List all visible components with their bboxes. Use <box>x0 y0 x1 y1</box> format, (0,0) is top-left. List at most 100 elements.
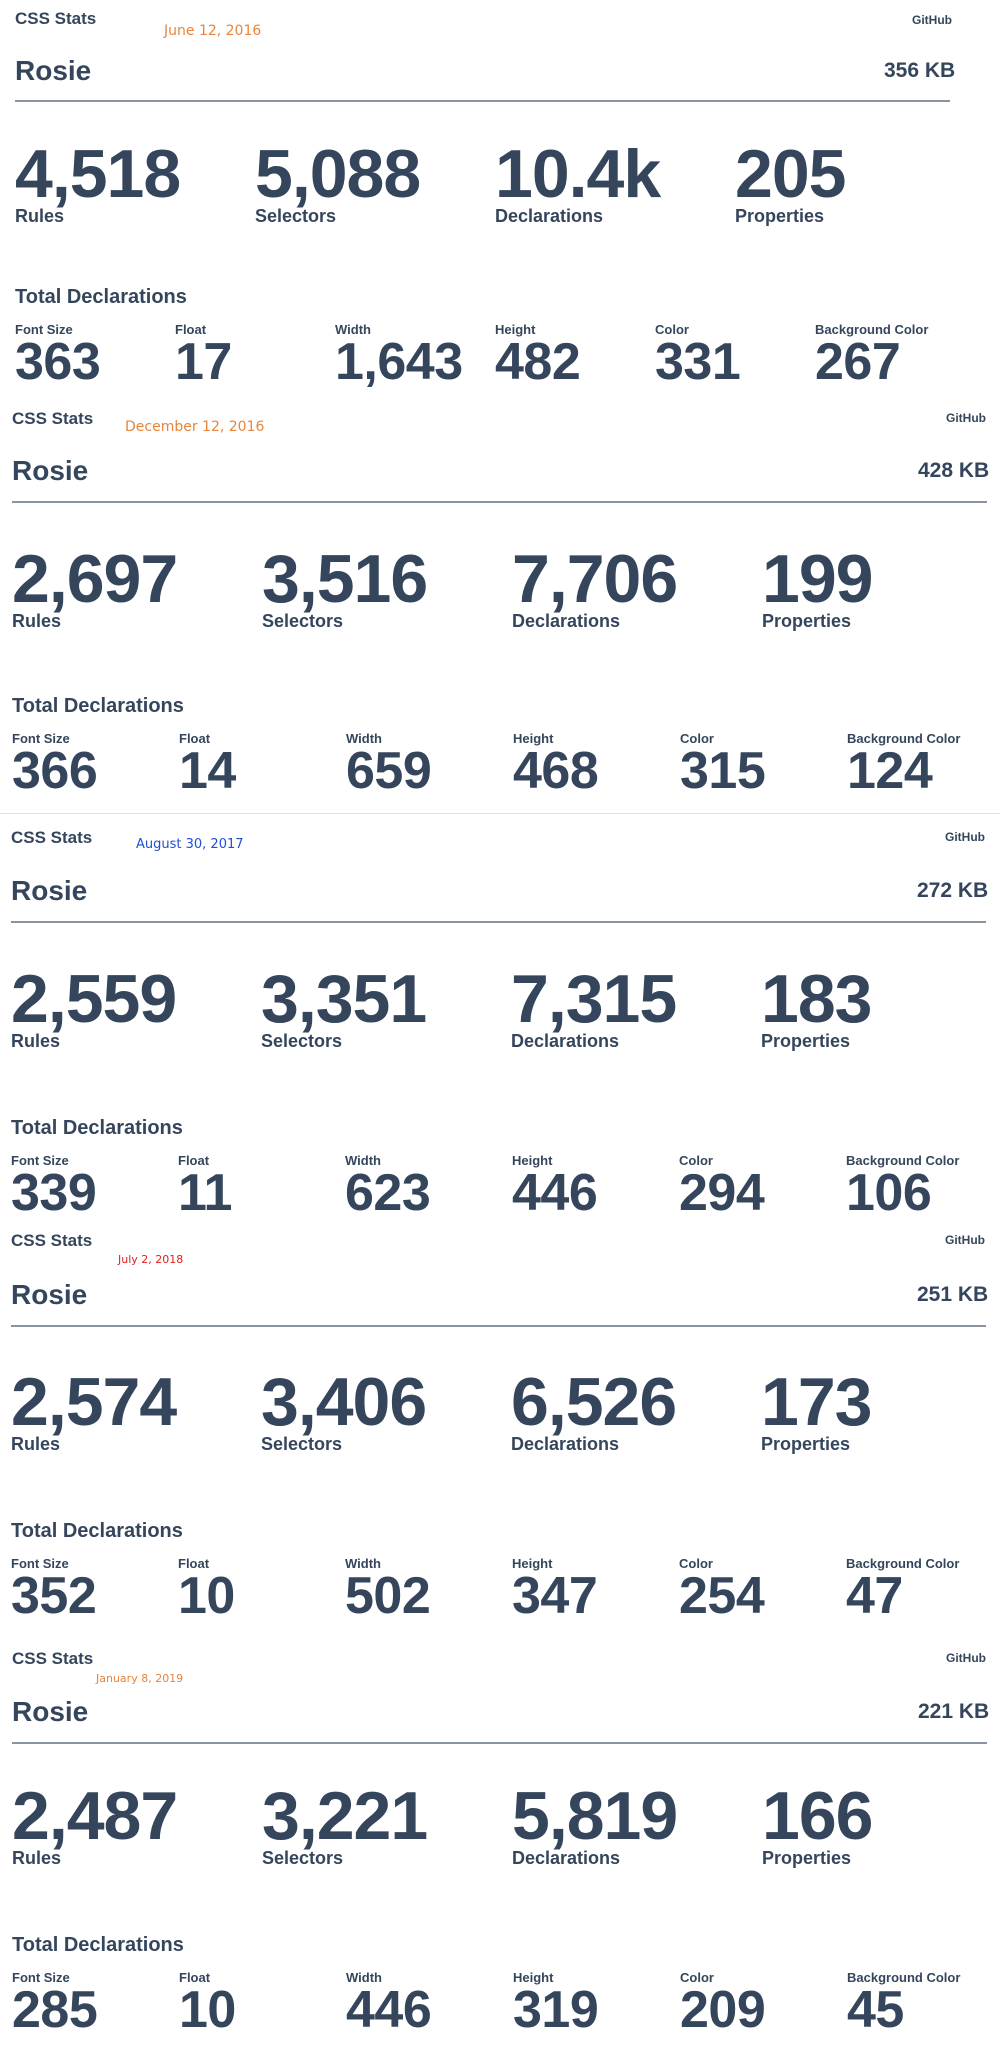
snapshot-2019-01: CSS Stats January 8, 2019 GitHub Rosie 2… <box>0 1631 1000 2054</box>
float-stat: Float 14 <box>179 731 345 797</box>
height-stat: Height 446 <box>512 1153 678 1222</box>
font-size-stat: Font Size 339 <box>11 1153 177 1222</box>
color-count: 254 <box>679 1567 765 1625</box>
file-size: 356 KB <box>884 59 956 82</box>
total-declarations-heading: Total Declarations <box>12 695 184 717</box>
properties-count: 199 <box>762 541 873 617</box>
color-stat: Color 315 <box>680 731 846 800</box>
selectors-count: 3,406 <box>261 1364 427 1440</box>
brand-logo[interactable]: CSS Stats <box>15 9 96 29</box>
selectors-count: 5,088 <box>255 136 421 212</box>
file-size: 251 KB <box>917 1283 989 1306</box>
properties-stat: 183 Properties <box>761 961 1000 1051</box>
total-declarations-heading: Total Declarations <box>15 286 187 308</box>
declarations-count: 10.4k <box>495 136 661 212</box>
float-stat: Float 17 <box>175 322 341 391</box>
color-stat: Color 209 <box>680 1970 846 2036</box>
float-count: 10 <box>179 1981 236 2039</box>
brand-logo[interactable]: CSS Stats <box>12 1649 93 1669</box>
rules-stat: 4,518 Rules <box>15 136 255 226</box>
github-link[interactable]: GitHub <box>945 1233 985 1247</box>
snapshot-2016-12: CSS Stats December 12, 2016 GitHub Rosie… <box>0 405 1000 813</box>
total-declarations-heading: Total Declarations <box>11 1117 183 1139</box>
height-count: 319 <box>513 1981 599 2039</box>
declarations-stat: 6,526 Declarations <box>511 1368 751 1454</box>
selectors-stat: 3,221 Selectors <box>262 1782 502 1868</box>
float-stat: Float 10 <box>178 1556 344 1622</box>
total-declarations-heading: Total Declarations <box>12 1934 184 1956</box>
github-link[interactable]: GitHub <box>912 13 952 27</box>
file-size: 272 KB <box>917 879 989 902</box>
font-size-count: 285 <box>12 1981 98 2039</box>
color-count: 315 <box>680 742 766 800</box>
brand-logo[interactable]: CSS Stats <box>11 1231 92 1251</box>
font-size-stat: Font Size 366 <box>12 731 178 800</box>
font-size-stat: Font Size 352 <box>11 1556 177 1625</box>
height-count: 468 <box>513 742 599 800</box>
height-stat: Height 468 <box>513 731 679 800</box>
height-stat: Height 347 <box>512 1556 678 1622</box>
snapshot-date: August 30, 2017 <box>136 837 244 852</box>
height-count: 482 <box>495 333 581 391</box>
github-link[interactable]: GitHub <box>945 830 985 844</box>
width-count: 446 <box>346 1981 432 2039</box>
background-color-stat: Background Color 47 <box>846 1556 1000 1625</box>
background-color-count: 47 <box>846 1567 903 1625</box>
background-color-stat: Background Color 45 <box>847 1970 1000 2039</box>
height-count: 446 <box>512 1164 598 1222</box>
background-color-count: 106 <box>846 1164 932 1222</box>
properties-count: 205 <box>735 136 846 212</box>
width-stat: Width 623 <box>345 1153 511 1222</box>
brand-logo[interactable]: CSS Stats <box>12 409 93 429</box>
declarations-stat: 5,819 Declarations <box>512 1782 752 1868</box>
selectors-stat: 3,516 Selectors <box>262 545 502 631</box>
selectors-stat: 3,351 Selectors <box>261 965 501 1051</box>
width-stat: Width 659 <box>346 731 512 800</box>
rules-stat: 2,697 Rules <box>12 541 252 631</box>
declarations-stat: 10.4k Declarations <box>495 136 735 226</box>
font-size-count: 352 <box>11 1567 97 1625</box>
properties-stat: 199 Properties <box>762 541 1000 631</box>
width-stat: Width 502 <box>345 1556 511 1622</box>
brand-logo[interactable]: CSS Stats <box>11 828 92 848</box>
font-size-count: 366 <box>12 742 98 800</box>
properties-label: Properties <box>761 1434 851 1454</box>
selectors-stat: 3,406 Selectors <box>261 1364 501 1454</box>
float-count: 17 <box>175 333 232 391</box>
snapshot-2016-06: CSS Stats June 12, 2016 GitHub Rosie 356… <box>0 0 1000 405</box>
snapshot-date: January 8, 2019 <box>96 1672 184 1685</box>
float-stat: Float 10 <box>179 1970 345 2039</box>
font-size-stat: Font Size 363 <box>15 322 181 391</box>
site-name: Rosie <box>11 875 88 906</box>
total-declarations-heading: Total Declarations <box>11 1520 183 1542</box>
color-count: 331 <box>655 333 741 391</box>
rules-count: 4,518 <box>15 136 181 212</box>
width-count: 1,643 <box>335 333 463 391</box>
file-size: 221 KB <box>918 1700 990 1723</box>
properties-label: Properties <box>735 206 825 226</box>
snapshot-date: July 2, 2018 <box>118 1253 184 1266</box>
width-count: 659 <box>346 742 432 800</box>
font-size-count: 363 <box>15 333 101 391</box>
github-link[interactable]: GitHub <box>946 411 986 425</box>
width-stat: Width 1,643 <box>335 322 501 391</box>
font-size-count: 339 <box>11 1164 97 1222</box>
height-stat: Height 319 <box>513 1970 679 2039</box>
background-color-count: 267 <box>815 333 901 391</box>
background-color-count: 45 <box>847 1981 904 2039</box>
color-stat: Color 331 <box>655 322 821 391</box>
snapshot-2017-08: CSS Stats August 30, 2017 GitHub Rosie 2… <box>0 813 1000 1222</box>
properties-count: 183 <box>761 961 872 1037</box>
declarations-count: 7,315 <box>511 961 677 1037</box>
background-color-stat: Background Color 267 <box>815 322 981 391</box>
width-count: 623 <box>345 1164 431 1222</box>
rules-count: 2,697 <box>12 541 178 617</box>
height-stat: Height 482 <box>495 322 661 391</box>
file-size: 428 KB <box>918 459 990 482</box>
rules-stat: 2,559 Rules <box>11 965 251 1051</box>
properties-label: Properties <box>761 1031 851 1051</box>
float-stat: Float 11 <box>178 1153 344 1219</box>
declarations-stat: 7,315 Declarations <box>511 961 751 1051</box>
properties-count: 166 <box>762 1778 873 1854</box>
github-link[interactable]: GitHub <box>946 1651 986 1665</box>
